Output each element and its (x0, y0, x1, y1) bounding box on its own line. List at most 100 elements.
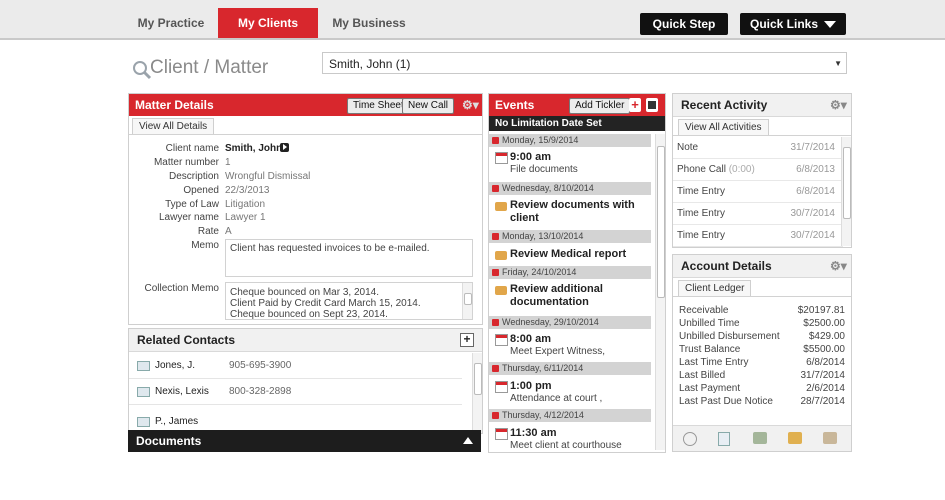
scrollbar-thumb[interactable] (843, 147, 851, 219)
account-label: Unbilled Time (679, 318, 740, 329)
time-sheet-button[interactable]: Time Sheet (347, 98, 410, 114)
contact-card-icon (137, 417, 150, 427)
calendar-icon (495, 334, 508, 346)
collection-memo-line: Cheque bounced on Mar 3, 2014. (230, 287, 379, 298)
client-name-label: Client name (165, 143, 219, 154)
scrollbar[interactable] (841, 137, 851, 246)
account-details-panel: Account Details ⚙▾ Client Ledger Receiva… (672, 254, 852, 452)
quick-step-button[interactable]: Quick Step (640, 13, 728, 35)
add-contact-icon[interactable]: + (460, 333, 474, 347)
add-tickler-button[interactable]: Add Tickler (569, 98, 631, 114)
scrollbar[interactable] (472, 353, 482, 433)
client-matter-select[interactable]: Smith, John (1) ▼ (322, 52, 847, 74)
event-time[interactable]: 9:00 am (510, 151, 551, 163)
new-call-button[interactable]: New Call (402, 98, 455, 114)
clock-icon[interactable] (683, 432, 697, 446)
calendar-day-icon (492, 412, 499, 419)
event-description: Attendance at court , (510, 393, 603, 404)
activity-type: Time Entry (677, 186, 725, 197)
transfer-icon[interactable] (788, 432, 802, 444)
task-icon (495, 286, 507, 295)
gear-icon[interactable]: ⚙▾ (830, 255, 847, 277)
top-navigation-bar: My Practice My Clients My Business Quick… (0, 0, 945, 40)
event-date-label: Wednesday, 8/10/2014 (502, 183, 594, 193)
scrollbar[interactable] (655, 134, 665, 450)
tab-my-clients[interactable]: My Clients (218, 8, 318, 38)
account-value: 28/7/2014 (800, 396, 846, 407)
related-contacts-panel: Related Contacts + Jones, J. 905-695-390… (128, 328, 483, 434)
activity-row[interactable]: Phone Call (0:00) 6/8/2013 (673, 159, 843, 181)
tab-client-ledger[interactable]: Client Ledger (678, 280, 752, 297)
activity-row[interactable]: Time Entry 6/8/2014 (673, 181, 843, 203)
calendar-day-icon (492, 365, 499, 372)
event-date-header: Monday, 15/9/2014 (489, 134, 651, 147)
scrollbar-thumb[interactable] (474, 363, 482, 395)
event-title[interactable]: Review documents with client (510, 199, 645, 225)
scrollbar-thumb[interactable] (657, 146, 665, 298)
account-label: Trust Balance (679, 344, 741, 355)
activity-type: Phone Call (0:00) (677, 164, 755, 175)
page-title: Client / Matter (150, 57, 269, 78)
scrollbar[interactable] (462, 283, 472, 319)
activity-row[interactable]: Note 31/7/2014 (673, 137, 843, 159)
event-date-header: Monday, 13/10/2014 (489, 230, 651, 243)
event-title[interactable]: Review Medical report (510, 248, 645, 261)
tab-view-all-activities[interactable]: View All Activities (678, 119, 769, 136)
quick-links-label: Quick Links (749, 17, 819, 31)
activity-row[interactable]: Time Entry 30/7/2014 (673, 225, 843, 247)
collection-memo-line: Client Paid by Credit Card March 15, 201… (230, 298, 421, 309)
client-name-value[interactable]: Smith, John (225, 143, 282, 154)
event-time[interactable]: 11:30 am (510, 427, 556, 439)
search-icon[interactable] (132, 60, 152, 80)
calendar-icon (495, 152, 508, 164)
contact-row[interactable]: Jones, J. 905-695-3900 (129, 353, 462, 379)
calendar-icon[interactable] (646, 98, 658, 112)
collection-memo-field[interactable]: Cheque bounced on Mar 3, 2014. Client Pa… (225, 282, 473, 320)
open-client-icon[interactable] (280, 143, 289, 152)
quick-links-button[interactable]: Quick Links (740, 13, 846, 35)
event-description: Meet client at courthouse (510, 440, 622, 451)
contact-row[interactable]: Nexis, Lexis 800-328-2898 (129, 379, 462, 405)
activity-duration: (0:00) (728, 164, 755, 175)
related-contacts-header: Related Contacts + (129, 329, 482, 352)
add-event-icon[interactable]: + (629, 98, 641, 112)
calendar-day-icon (492, 137, 499, 144)
rate-value: A (225, 226, 232, 237)
contact-name[interactable]: Nexis, Lexis (155, 386, 209, 397)
scrollbar-thumb[interactable] (464, 293, 472, 305)
event-date-label: Thursday, 4/12/2014 (502, 410, 584, 420)
contact-name[interactable]: Jones, J. (155, 360, 195, 371)
activity-date: 30/7/2014 (790, 208, 836, 219)
collapse-icon[interactable] (463, 437, 473, 444)
trust-icon[interactable] (823, 432, 837, 444)
calendar-day-icon (492, 233, 499, 240)
documents-title: Documents (136, 434, 202, 448)
event-date-label: Monday, 13/10/2014 (502, 231, 584, 241)
calendar-day-icon (492, 319, 499, 326)
tab-my-business[interactable]: My Business (318, 8, 420, 38)
activity-type-label: Phone Call (677, 164, 726, 175)
type-of-law-value: Litigation (225, 199, 266, 210)
gear-icon[interactable]: ⚙▾ (830, 94, 847, 116)
matter-details-header: Matter Details Time Sheet New Call ⚙▾ (129, 94, 482, 116)
opened-label: Opened (183, 185, 219, 196)
documents-header[interactable]: Documents (128, 430, 481, 452)
activity-type: Note (677, 142, 699, 153)
event-time[interactable]: 8:00 am (510, 333, 551, 345)
gear-icon[interactable]: ⚙▾ (462, 94, 479, 116)
account-label: Receivable (679, 305, 729, 316)
event-title[interactable]: Review additional documentation (510, 283, 645, 309)
divider (129, 134, 482, 135)
memo-field[interactable]: Client has requested invoices to be e-ma… (225, 239, 473, 277)
dropdown-arrow-icon (824, 21, 837, 29)
tab-my-practice[interactable]: My Practice (128, 8, 214, 38)
activity-date: 30/7/2014 (790, 230, 836, 241)
invoice-icon[interactable] (718, 432, 730, 446)
tab-view-all-details[interactable]: View All Details (132, 118, 215, 135)
activity-row[interactable]: Time Entry 30/7/2014 (673, 203, 843, 225)
activity-date: 31/7/2014 (790, 142, 836, 153)
payment-icon[interactable] (753, 432, 767, 444)
event-time[interactable]: 1:00 pm (510, 380, 552, 392)
limitation-date-bar: No Limitation Date Set (489, 116, 665, 131)
contact-name[interactable]: P., James (155, 416, 198, 427)
